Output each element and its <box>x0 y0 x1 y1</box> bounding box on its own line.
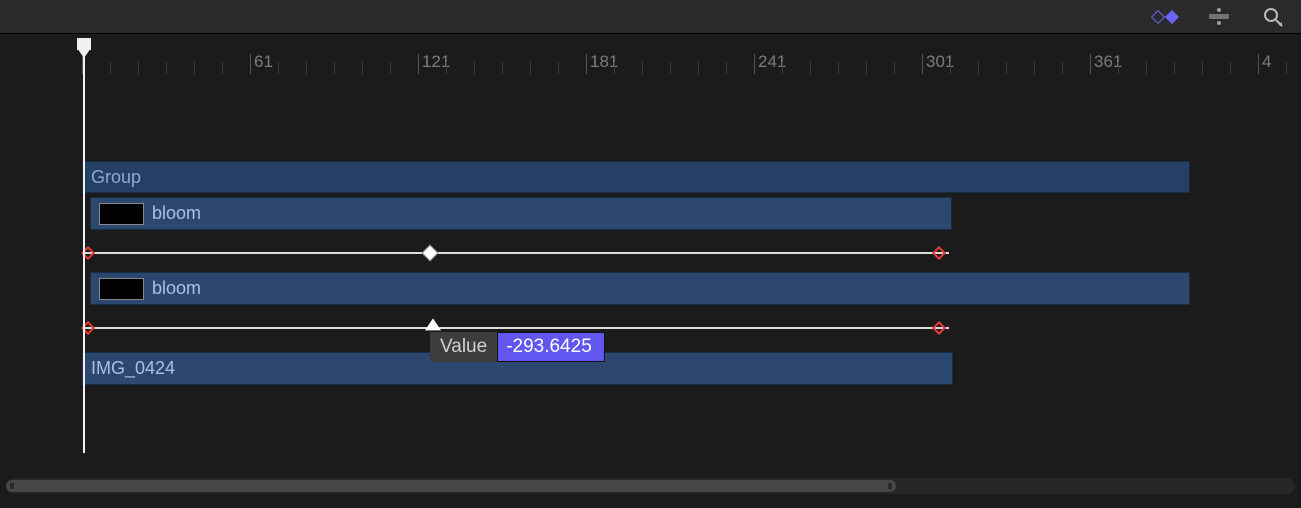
keyframe-endpoint-icon[interactable] <box>932 321 946 335</box>
ruler-tick-label: 61 <box>254 52 273 72</box>
timeline-area: Group bloom bloom IMG_0424 Value -293.64… <box>0 84 1301 453</box>
keyframe-endpoint-icon[interactable] <box>932 246 946 260</box>
keyframe-line-1[interactable] <box>82 252 949 254</box>
timeline-scrollbar[interactable] <box>6 478 1295 494</box>
scrollbar-handle-right[interactable] <box>888 483 892 489</box>
value-popup-input[interactable]: -293.6425 <box>497 332 605 362</box>
value-edit-popup: Value -293.6425 <box>430 332 605 362</box>
track-label: IMG_0424 <box>91 358 175 379</box>
playhead-triangle-icon <box>77 48 91 58</box>
ruler-tick-label: 4 <box>1262 52 1271 72</box>
track-bar-group[interactable]: Group <box>82 161 1190 193</box>
track-bar-bloom-2[interactable]: bloom <box>90 272 1190 305</box>
track-label: Group <box>91 167 141 188</box>
record-strip-icon[interactable] <box>1205 7 1233 27</box>
keyframe-line-2[interactable] <box>82 327 949 329</box>
zoom-icon[interactable] <box>1259 7 1287 27</box>
clip-thumbnail <box>99 278 144 300</box>
playhead[interactable] <box>83 50 85 453</box>
toolbar <box>0 0 1301 34</box>
scrollbar-thumb[interactable] <box>6 480 896 492</box>
scrollbar-handle-left[interactable] <box>10 483 14 489</box>
track-label: bloom <box>152 203 201 224</box>
keyframe-marker-icon[interactable] <box>422 245 439 262</box>
keyframe-nav-icon[interactable] <box>1151 7 1179 27</box>
value-popup-label: Value <box>430 332 497 362</box>
track-bar-bloom-1[interactable]: bloom <box>90 197 952 230</box>
keyframe-caret-icon[interactable] <box>425 318 441 330</box>
timeline-ruler[interactable]: 611211812413013614 <box>0 44 1301 84</box>
clip-thumbnail <box>99 203 144 225</box>
track-label: bloom <box>152 278 201 299</box>
